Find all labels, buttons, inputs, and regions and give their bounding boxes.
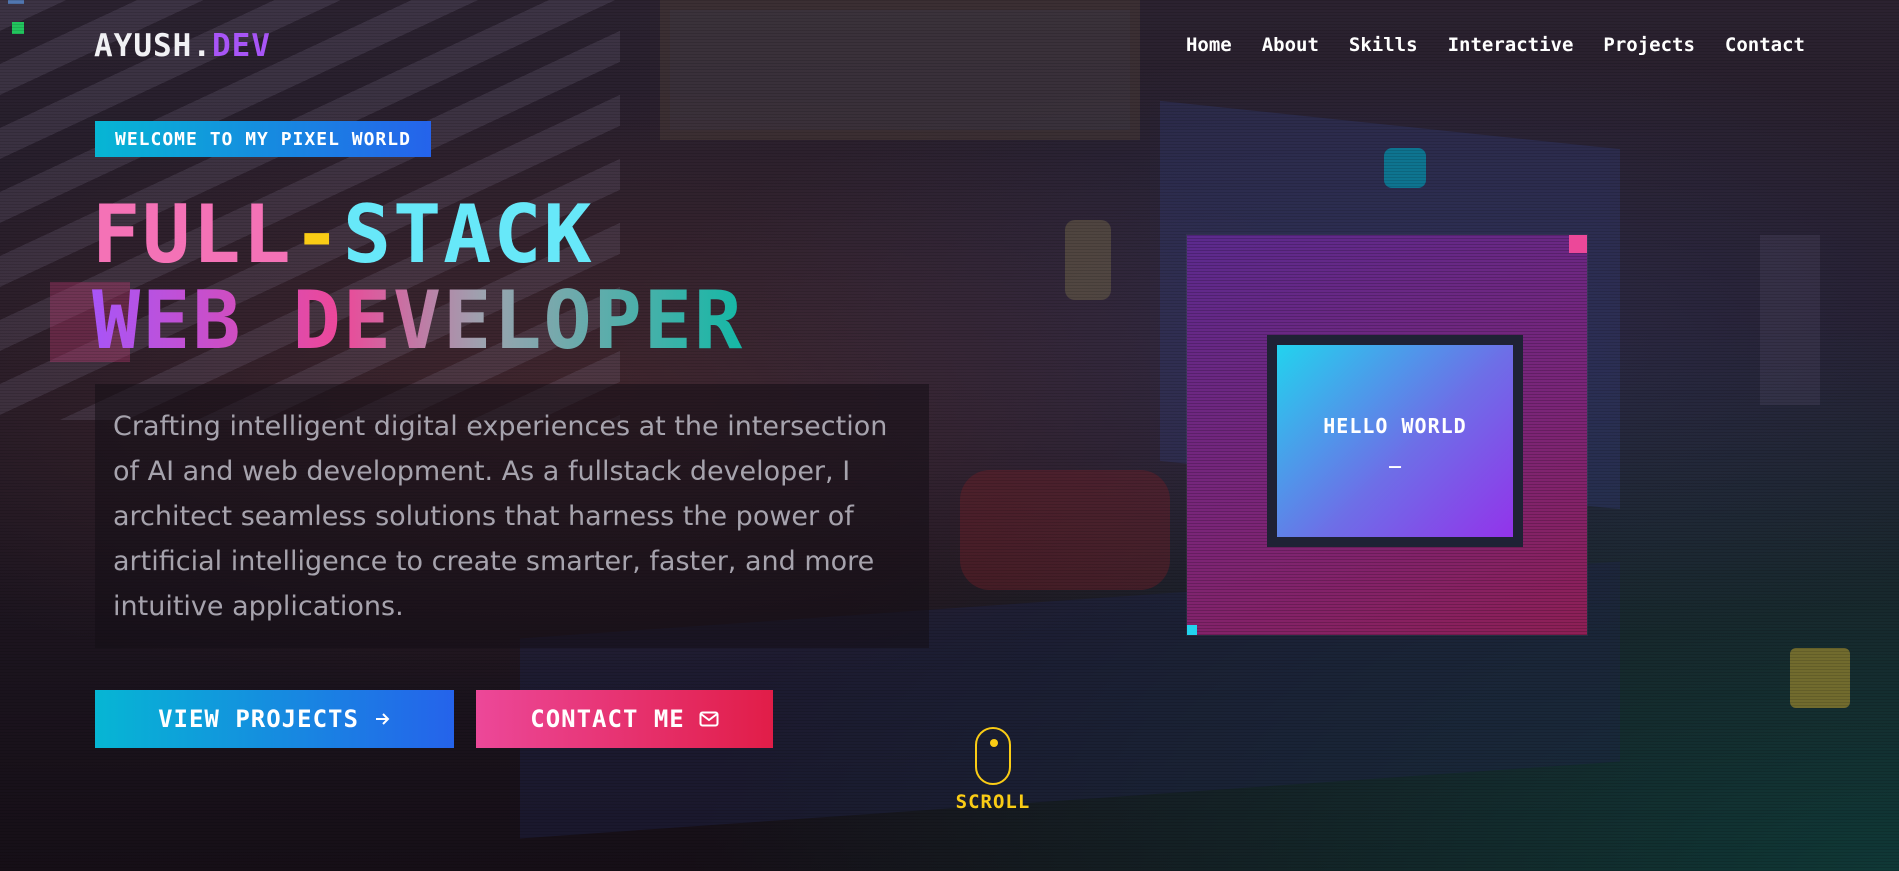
- background-shelf: [1760, 235, 1820, 405]
- mouse-icon: [975, 727, 1011, 785]
- nav-links: Home About Skills Interactive Projects C…: [1186, 34, 1805, 56]
- nav-link-contact[interactable]: Contact: [1725, 34, 1805, 56]
- top-navigation: AYUSH.DEV Home About Skills Interactive …: [0, 0, 1899, 90]
- card-corner-cyan: [1187, 625, 1197, 635]
- nav-link-interactive[interactable]: Interactive: [1448, 34, 1574, 56]
- blinking-cursor: _: [1388, 444, 1402, 468]
- nav-link-home[interactable]: Home: [1186, 34, 1232, 56]
- view-projects-label: VIEW PROJECTS: [158, 705, 359, 733]
- view-projects-button[interactable]: VIEW PROJECTS: [95, 690, 454, 748]
- pixel-accent-teal: [1384, 148, 1426, 188]
- nav-link-skills[interactable]: Skills: [1349, 34, 1418, 56]
- headline-dash: -: [292, 188, 343, 281]
- background-cup: [1065, 220, 1111, 300]
- pixel-screen: HELLO WORLD _: [1267, 335, 1523, 547]
- hello-world-text: HELLO WORLD: [1323, 414, 1467, 438]
- description-box: Crafting intelligent digital experiences…: [95, 384, 929, 648]
- scroll-indicator[interactable]: SCROLL: [945, 727, 1041, 813]
- hero-description: Crafting intelligent digital experiences…: [113, 411, 888, 622]
- site-logo[interactable]: AYUSH.DEV: [94, 28, 271, 64]
- logo-accent: DEV: [211, 28, 271, 64]
- contact-me-button[interactable]: CONTACT ME: [476, 690, 773, 748]
- headline-line-1: FULL-STACK: [92, 188, 594, 281]
- headline-stack: STACK: [342, 188, 594, 281]
- logo-main: AYUSH.: [94, 28, 212, 64]
- contact-me-label: CONTACT ME: [530, 705, 685, 733]
- nav-link-projects[interactable]: Projects: [1603, 34, 1695, 56]
- scroll-label: SCROLL: [955, 791, 1031, 813]
- mouse-wheel: [990, 739, 998, 747]
- headline-full: FULL: [92, 188, 293, 281]
- hello-world-card: HELLO WORLD _: [1187, 235, 1587, 635]
- welcome-badge: WELCOME TO MY PIXEL WORLD: [95, 121, 431, 157]
- nav-link-about[interactable]: About: [1262, 34, 1319, 56]
- headline-line-2: WEB DEVELOPER: [92, 274, 745, 367]
- hero-headline: FULL-STACK WEB DEVELOPER: [92, 192, 744, 364]
- background-chair: [960, 470, 1170, 590]
- pixel-accent-olive: [1790, 648, 1850, 708]
- mail-icon: [699, 711, 719, 727]
- arrow-right-icon: [373, 710, 391, 728]
- card-corner-pink: [1569, 235, 1587, 253]
